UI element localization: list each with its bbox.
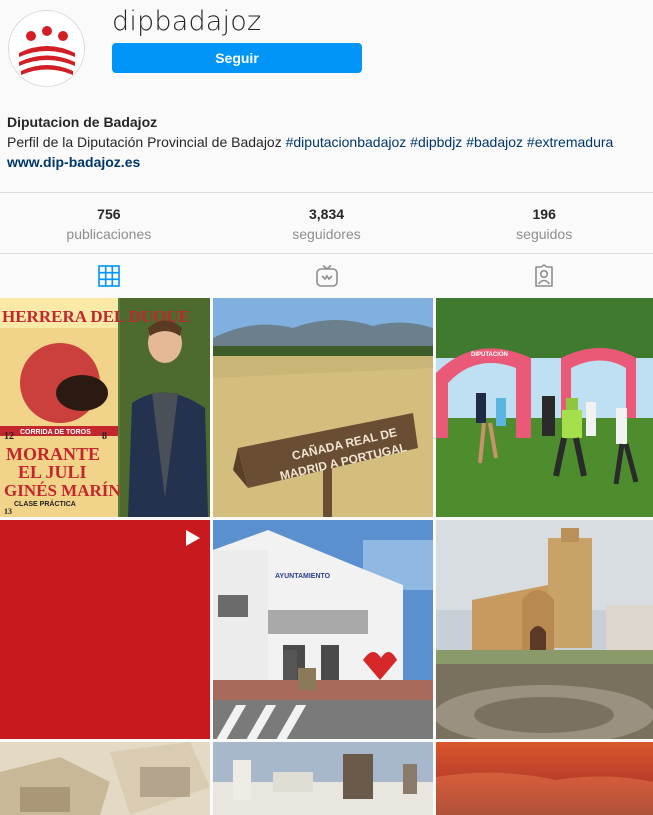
profile-tabs bbox=[0, 254, 653, 298]
poster-line: MORANTE bbox=[6, 444, 100, 464]
post-thumbnail[interactable] bbox=[436, 520, 653, 739]
post-thumbnail[interactable]: DIPUTACIÓN bbox=[436, 298, 653, 517]
divider bbox=[0, 192, 653, 193]
poster-line: EL JULI bbox=[18, 462, 87, 482]
post-image bbox=[213, 742, 433, 815]
tagged-user-icon bbox=[535, 264, 553, 287]
igtv-icon bbox=[315, 264, 338, 287]
post-thumbnail[interactable] bbox=[0, 742, 210, 815]
stat-posts: 756 publicaciones bbox=[0, 194, 218, 252]
hashtag-link[interactable]: #badajoz bbox=[466, 134, 523, 150]
stat-posts-label: publicaciones bbox=[66, 226, 152, 242]
post-thumbnail[interactable] bbox=[436, 742, 653, 815]
post-image bbox=[0, 520, 210, 739]
profile-stats: 756 publicaciones 3,834 seguidores 196 s… bbox=[0, 194, 653, 252]
stat-followers-value: 3,834 bbox=[308, 206, 345, 222]
stat-following[interactable]: 196 seguidos bbox=[435, 194, 653, 252]
profile-username: dipbadajoz bbox=[112, 6, 262, 37]
post-thumbnail[interactable] bbox=[0, 520, 210, 739]
post-image: DIPUTACIÓN bbox=[436, 298, 653, 517]
post-image bbox=[436, 742, 653, 815]
poster-event: CORRIDA DE TOROS bbox=[20, 429, 91, 436]
profile-display-name: Diputacion de Badajoz bbox=[7, 114, 158, 130]
bio-text-line: Perfil de la Diputación Provincial de Ba… bbox=[7, 132, 647, 152]
post-thumbnail[interactable]: AYUNTAMIENTO bbox=[213, 520, 433, 739]
bio-text: Perfil de la Diputación Provincial de Ba… bbox=[7, 134, 286, 150]
stat-followers-label: seguidores bbox=[292, 226, 361, 242]
stat-followers[interactable]: 3,834 seguidores bbox=[218, 194, 436, 252]
post-image bbox=[0, 742, 210, 815]
post-image: AYUNTAMIENTO bbox=[213, 520, 433, 739]
stat-following-value: 196 bbox=[532, 206, 556, 222]
tab-tagged[interactable] bbox=[435, 254, 653, 298]
stat-following-label: seguidos bbox=[516, 226, 573, 242]
building-sign: AYUNTAMIENTO bbox=[275, 573, 331, 580]
stat-posts-value: 756 bbox=[97, 206, 121, 222]
arch-text: DIPUTACIÓN bbox=[471, 350, 508, 358]
hashtag-link[interactable]: #dipbdjz bbox=[410, 134, 462, 150]
hashtag-link[interactable]: #extremadura bbox=[527, 134, 613, 150]
poster-line: GINÉS MARÍN bbox=[4, 481, 121, 500]
dipbadajoz-logo-icon bbox=[19, 26, 75, 75]
post-thumbnail[interactable]: HERRERA DEL DUQUE CORRIDA DE TOROS 12 8 … bbox=[0, 298, 210, 517]
poster-date: 13 bbox=[4, 507, 12, 516]
post-thumbnail[interactable] bbox=[213, 742, 433, 815]
grid-icon bbox=[98, 265, 120, 287]
post-image: CAÑADA REAL DE MADRID A PORTUGAL bbox=[213, 298, 433, 517]
hashtag-link[interactable]: #diputacionbadajoz bbox=[286, 134, 407, 150]
poster-date: 12 bbox=[4, 431, 14, 442]
post-image: HERRERA DEL DUQUE CORRIDA DE TOROS 12 8 … bbox=[0, 298, 210, 517]
profile-header: dipbadajoz Seguir bbox=[0, 0, 653, 100]
profile-bio: Diputacion de Badajoz Perfil de la Diput… bbox=[7, 112, 647, 172]
website-link[interactable]: www.dip-badajoz.es bbox=[7, 152, 647, 172]
tab-posts-grid[interactable] bbox=[0, 254, 218, 298]
post-thumbnail[interactable]: CAÑADA REAL DE MADRID A PORTUGAL bbox=[213, 298, 433, 517]
poster-date: 8 bbox=[102, 431, 107, 442]
profile-avatar[interactable] bbox=[8, 10, 85, 87]
tab-igtv[interactable] bbox=[218, 254, 436, 298]
post-image bbox=[436, 520, 653, 739]
follow-button[interactable]: Seguir bbox=[112, 43, 362, 73]
poster-footer: CLASE PRÁCTICA bbox=[14, 499, 76, 508]
